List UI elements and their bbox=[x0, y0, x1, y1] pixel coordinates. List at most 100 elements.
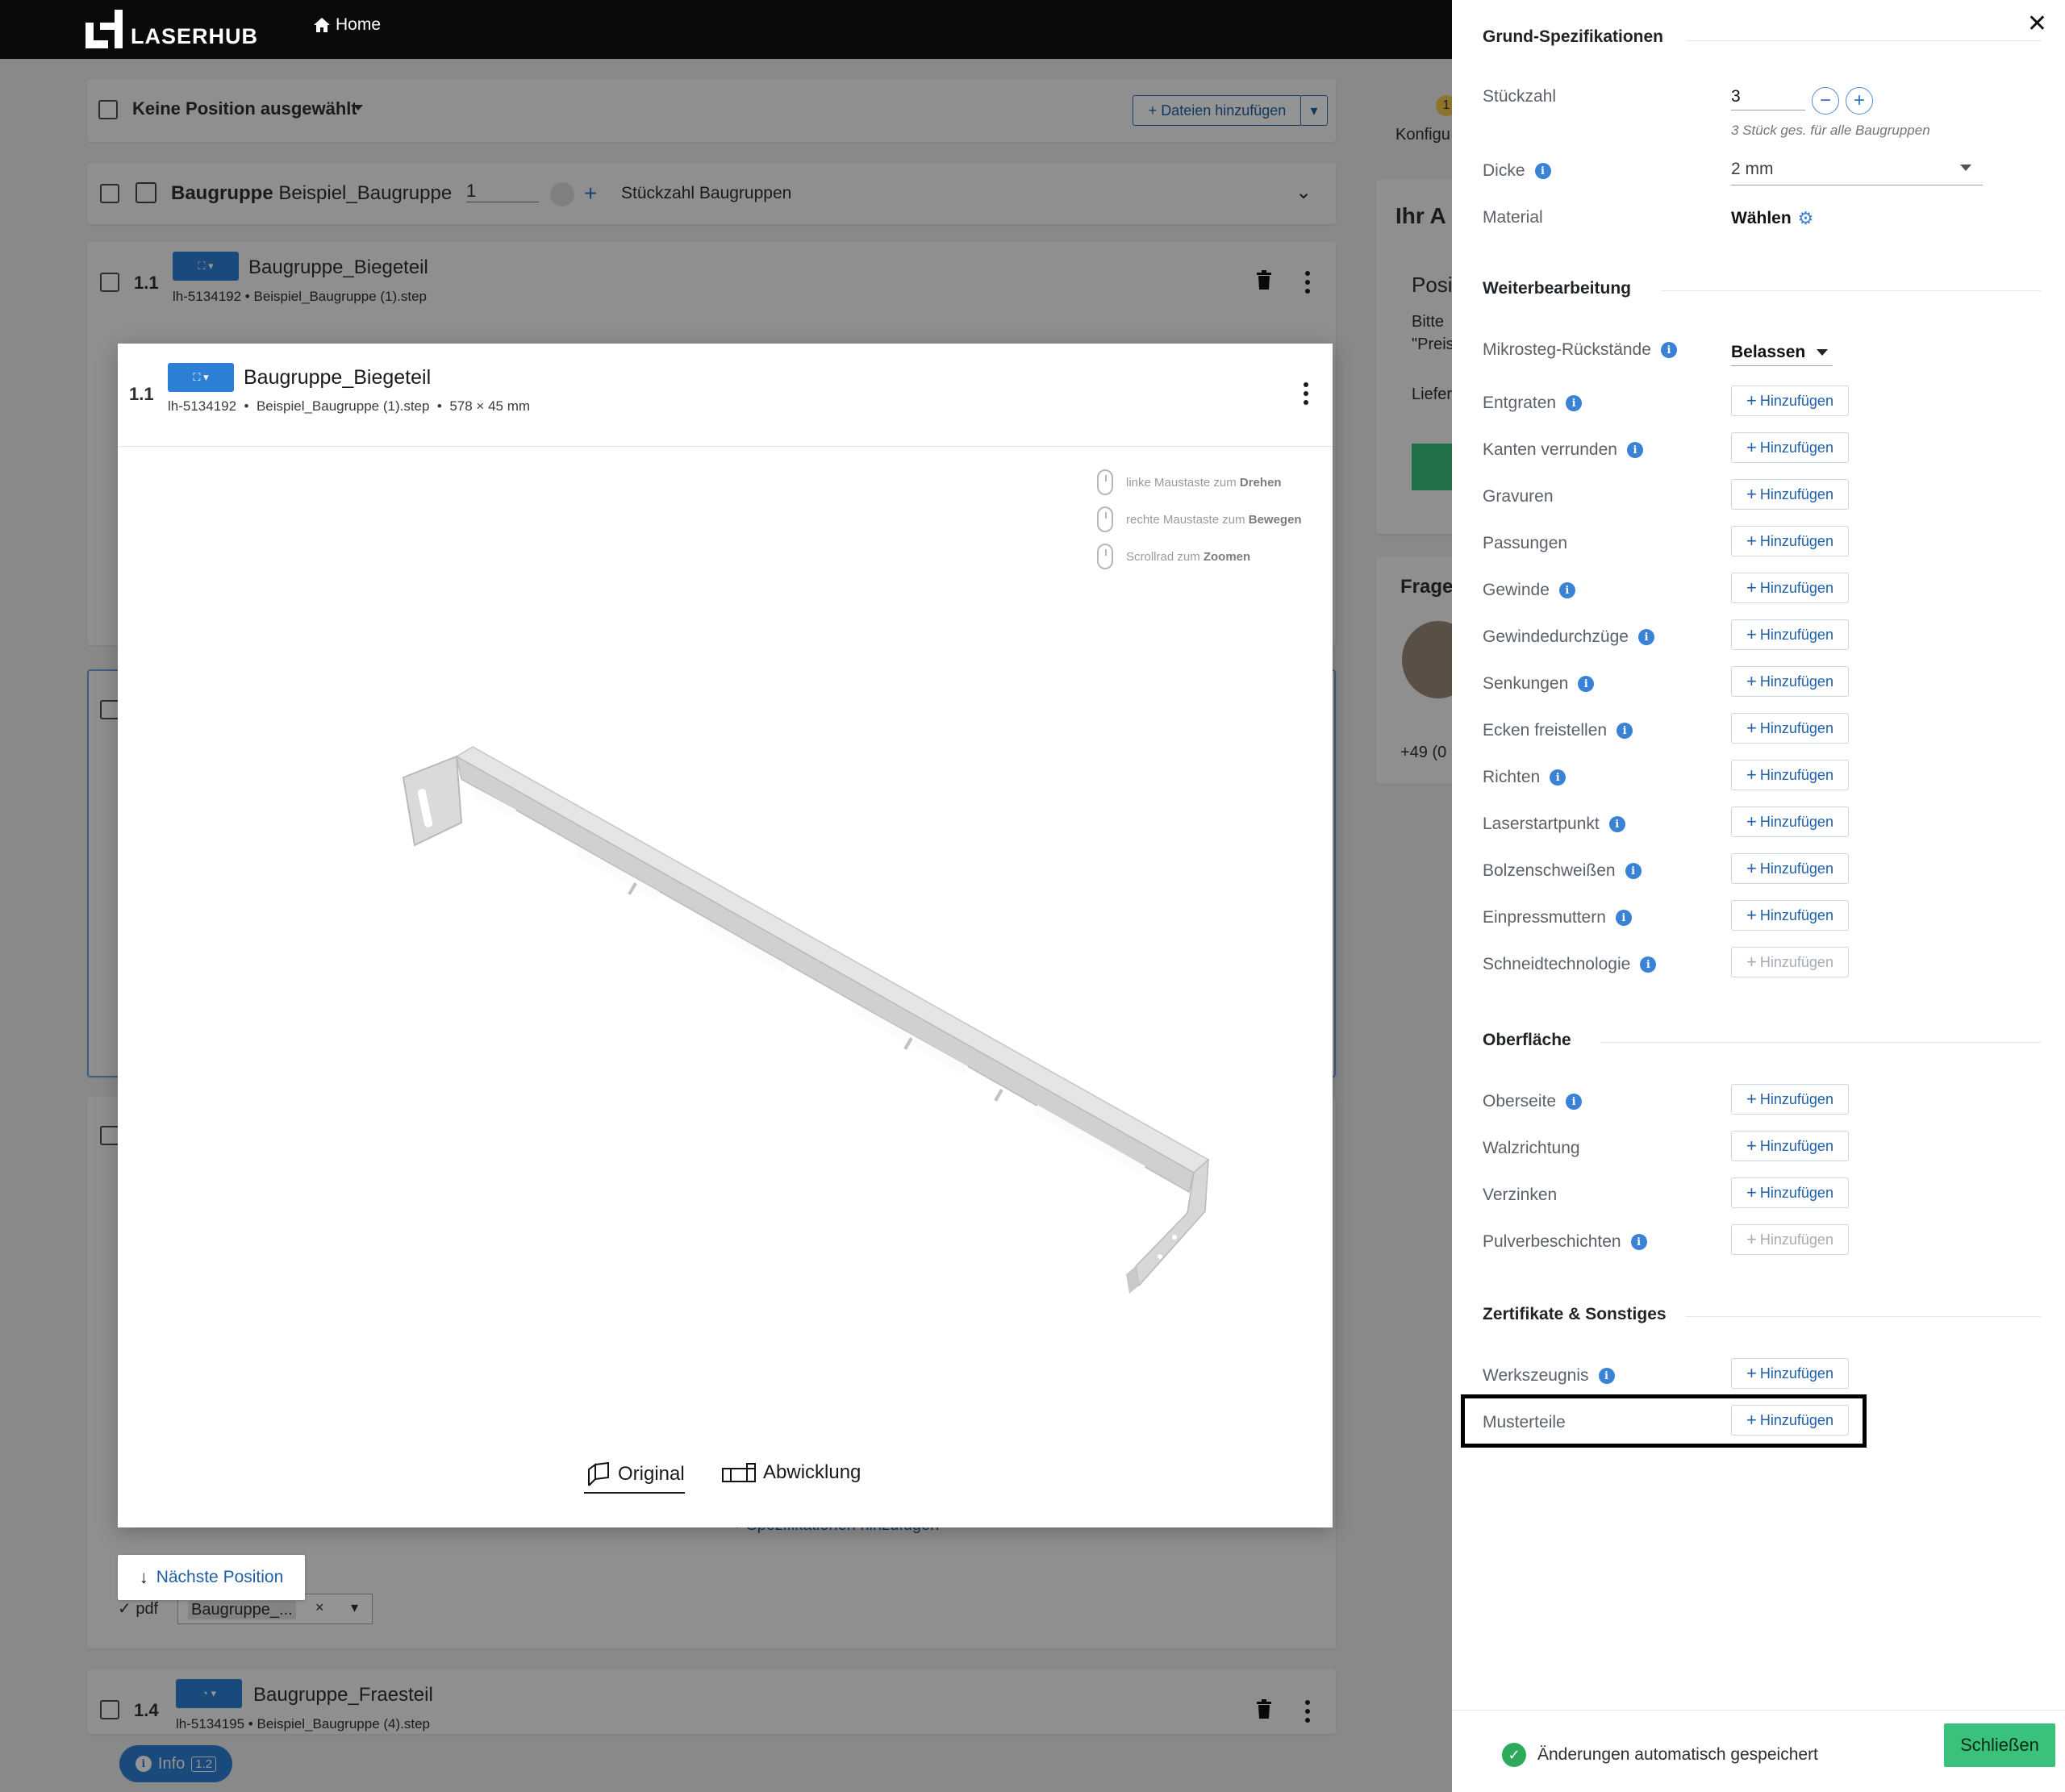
tab-abwicklung[interactable]: Abwicklung bbox=[721, 1461, 861, 1489]
row-verzinken: Verzinken bbox=[1483, 1186, 1558, 1204]
add-richten-button[interactable]: + Hinzufügen bbox=[1731, 760, 1849, 790]
row-werkszeugnis: Werkszeugnis i bbox=[1483, 1366, 1615, 1386]
check-circle-icon: ✓ bbox=[1502, 1743, 1526, 1767]
info-icon[interactable]: i bbox=[1550, 769, 1566, 786]
row-pulverbeschichten: Pulverbeschichten i bbox=[1483, 1232, 1647, 1252]
row-gewinde: Gewinde i bbox=[1483, 581, 1575, 600]
material-select[interactable]: Wählen ⚙ bbox=[1731, 208, 1813, 229]
row-gewindedurchzuege: Gewindedurchzüge i bbox=[1483, 627, 1654, 647]
top-navigation: LASERHUB Home bbox=[0, 0, 1452, 59]
micro-select[interactable]: Belassen bbox=[1731, 339, 1833, 366]
row-einpressmuttern: Einpressmuttern i bbox=[1483, 908, 1632, 927]
add-werkszeugnis-button[interactable]: + Hinzufügen bbox=[1731, 1358, 1849, 1389]
info-icon[interactable]: i bbox=[1625, 863, 1642, 879]
row-senkungen: Senkungen i bbox=[1483, 674, 1595, 694]
tab-abwicklung-label: Abwicklung bbox=[763, 1461, 861, 1483]
add-entgraten-button[interactable]: + Hinzufügen bbox=[1731, 385, 1849, 416]
home-icon bbox=[314, 18, 330, 32]
gear-icon: ⚙ bbox=[1797, 208, 1814, 228]
row-passungen: Passungen bbox=[1483, 534, 1568, 552]
add-gewinde-button[interactable]: + Hinzufügen bbox=[1731, 573, 1849, 603]
info-icon[interactable]: i bbox=[1534, 163, 1551, 179]
section-weiterbearbeitung: Weiterbearbeitung bbox=[1483, 279, 1631, 298]
add-passungen-button[interactable]: + Hinzufügen bbox=[1731, 526, 1849, 556]
info-icon[interactable]: i bbox=[1566, 1094, 1583, 1110]
add-oberseite-button[interactable]: + Hinzufügen bbox=[1731, 1084, 1849, 1115]
info-icon[interactable]: i bbox=[1630, 1234, 1647, 1250]
panel-footer: ✓ Änderungen automatisch gespeichert Sch… bbox=[1452, 1710, 2065, 1792]
logo-mark-icon bbox=[86, 10, 126, 48]
add-gravuren-button[interactable]: + Hinzufügen bbox=[1731, 479, 1849, 510]
tab-original[interactable]: Original bbox=[584, 1461, 685, 1494]
section-divider bbox=[1686, 1316, 2041, 1317]
add-gewindedurchzuege-button[interactable]: + Hinzufügen bbox=[1731, 619, 1849, 650]
brand-name: LASERHUB bbox=[131, 24, 259, 48]
qty-hint: 3 Stück ges. für alle Baugruppen bbox=[1731, 123, 1930, 138]
info-icon[interactable]: i bbox=[1660, 342, 1677, 358]
add-verzinken-button[interactable]: + Hinzufügen bbox=[1731, 1177, 1849, 1208]
thickness-label: Dicke i bbox=[1483, 161, 1551, 181]
home-link[interactable]: Home bbox=[313, 15, 381, 35]
viewer-position: 1.1 bbox=[129, 384, 154, 404]
bent-part-icon bbox=[588, 1461, 609, 1486]
material-label: Material bbox=[1483, 208, 1543, 227]
add-senkungen-button[interactable]: + Hinzufügen bbox=[1731, 666, 1849, 697]
info-icon[interactable]: i bbox=[1615, 910, 1632, 926]
section-divider bbox=[1662, 290, 2041, 291]
qty-plus-button[interactable]: + bbox=[1846, 87, 1873, 115]
next-position-button[interactable]: ↓ Nächste Position bbox=[118, 1555, 305, 1600]
next-position-label: Nächste Position bbox=[156, 1568, 284, 1586]
autosave-status: ✓ Änderungen automatisch gespeichert bbox=[1502, 1743, 1818, 1767]
add-pulverbeschichten-button[interactable]: + Hinzufügen bbox=[1731, 1224, 1849, 1255]
close-button[interactable]: Schließen bbox=[1944, 1723, 2055, 1767]
qty-input[interactable]: 3 bbox=[1731, 87, 1805, 110]
info-icon[interactable]: i bbox=[1640, 956, 1657, 973]
qty-label: Stückzahl bbox=[1483, 87, 1557, 106]
row-laserstartpunkt: Laserstartpunkt i bbox=[1483, 815, 1625, 834]
3d-viewer-modal: 1.1 ⛶ ▾ Baugruppe_Biegeteil lh-5134192 •… bbox=[118, 344, 1333, 1527]
section-divider bbox=[1686, 40, 2041, 41]
info-icon[interactable]: i bbox=[1617, 723, 1633, 739]
viewer-menu-icon[interactable] bbox=[1302, 382, 1310, 405]
add-schneidtechnologie-button[interactable]: + Hinzufügen bbox=[1731, 947, 1849, 977]
add-ecken-freistellen-button[interactable]: + Hinzufügen bbox=[1731, 713, 1849, 744]
row-schneidtechnologie: Schneidtechnologie i bbox=[1483, 955, 1657, 974]
micro-label: Mikrosteg-Rückstände i bbox=[1483, 340, 1677, 360]
row-richten: Richten i bbox=[1483, 768, 1566, 787]
section-zertifikate: Zertifikate & Sonstiges bbox=[1483, 1305, 1667, 1323]
viewer-header: 1.1 ⛶ ▾ Baugruppe_Biegeteil lh-5134192 •… bbox=[118, 344, 1333, 447]
arrow-down-icon: ↓ bbox=[139, 1567, 148, 1587]
add-bolzenschweissen-button[interactable]: + Hinzufügen bbox=[1731, 853, 1849, 884]
info-icon[interactable]: i bbox=[1578, 676, 1595, 692]
row-bolzenschweissen: Bolzenschweißen i bbox=[1483, 861, 1642, 881]
info-icon[interactable]: i bbox=[1626, 442, 1643, 458]
highlight-box bbox=[1461, 1394, 1867, 1448]
row-kanten-verrunden: Kanten verrunden i bbox=[1483, 440, 1643, 460]
row-ecken-freistellen: Ecken freistellen i bbox=[1483, 721, 1633, 740]
viewer-3d-button[interactable]: ⛶ ▾ bbox=[168, 363, 234, 392]
tab-original-label: Original bbox=[618, 1463, 685, 1485]
info-icon[interactable]: i bbox=[1608, 816, 1625, 832]
section-grund: Grund-Spezifikationen bbox=[1483, 27, 1664, 46]
add-kanten-verrunden-button[interactable]: + Hinzufügen bbox=[1731, 432, 1849, 463]
thickness-select[interactable]: 2 mm bbox=[1731, 160, 1983, 185]
add-walzrichtung-button[interactable]: + Hinzufügen bbox=[1731, 1131, 1849, 1161]
add-laserstartpunkt-button[interactable]: + Hinzufügen bbox=[1731, 806, 1849, 837]
info-icon[interactable]: i bbox=[1637, 629, 1654, 645]
row-oberseite: Oberseite i bbox=[1483, 1092, 1583, 1111]
flat-pattern-icon bbox=[722, 1463, 756, 1482]
section-oberflaeche: Oberfläche bbox=[1483, 1031, 1571, 1049]
info-icon[interactable]: i bbox=[1566, 395, 1583, 411]
row-walzrichtung: Walzrichtung bbox=[1483, 1139, 1580, 1157]
add-einpressmuttern-button[interactable]: + Hinzufügen bbox=[1731, 900, 1849, 931]
row-gravuren: Gravuren bbox=[1483, 487, 1554, 506]
3d-model-canvas[interactable] bbox=[118, 447, 1333, 1447]
viewer-meta: lh-5134192 • Beispiel_Baugruppe (1).step… bbox=[168, 398, 531, 414]
viewer-title: Baugruppe_Biegeteil bbox=[244, 366, 432, 389]
info-icon[interactable]: i bbox=[1558, 582, 1575, 598]
close-icon[interactable]: ✕ bbox=[2027, 10, 2047, 38]
row-entgraten: Entgraten i bbox=[1483, 394, 1583, 413]
qty-minus-button[interactable]: − bbox=[1812, 87, 1839, 115]
info-icon[interactable]: i bbox=[1598, 1368, 1615, 1384]
laserhub-logo[interactable]: LASERHUB bbox=[86, 8, 258, 48]
